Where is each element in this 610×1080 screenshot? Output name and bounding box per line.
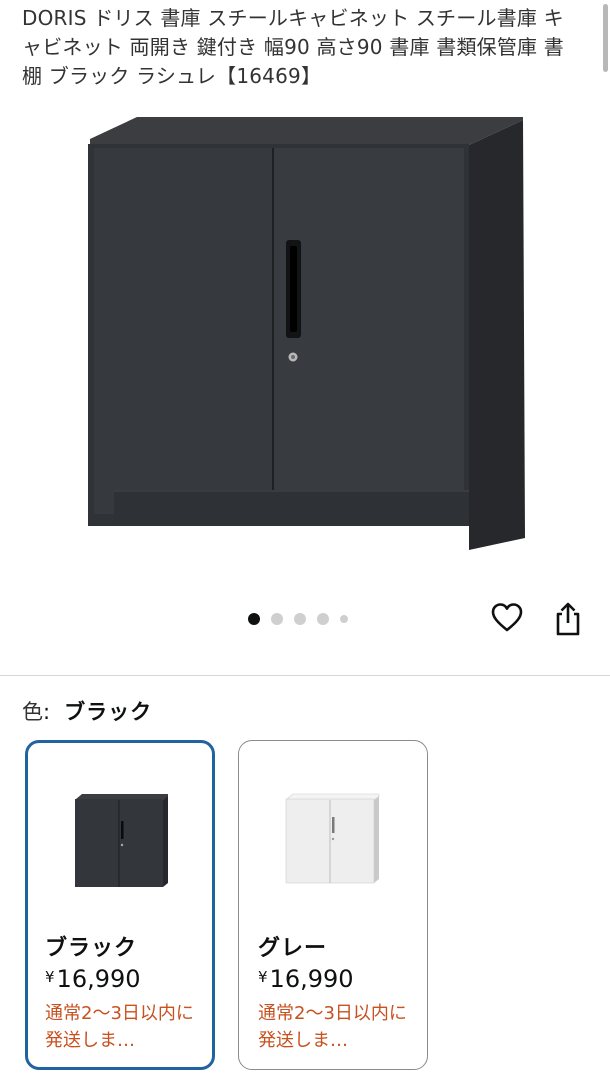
color-colon: :	[43, 700, 51, 724]
price-value: 16,990	[56, 965, 141, 993]
product-main-image[interactable]	[0, 108, 610, 578]
share-icon	[556, 602, 580, 636]
black-cabinet-thumbnail	[75, 794, 168, 887]
carousel-dot[interactable]	[317, 613, 329, 625]
carousel-dot[interactable]	[271, 613, 283, 625]
color-label: 色	[22, 700, 43, 724]
black-cabinet-image	[88, 117, 525, 550]
carousel-dots[interactable]	[248, 613, 348, 625]
product-title: DORIS ドリス 書庫 スチールキャビネット スチール書庫 キャビネット 両開…	[22, 6, 564, 88]
price-value: 16,990	[269, 965, 354, 993]
color-option-name: ブラック	[45, 936, 138, 961]
color-option-price: ¥16,990	[258, 965, 354, 993]
heart-icon	[491, 603, 523, 632]
shipping-estimate: 通常2～3日以内に発送しま…	[45, 1003, 194, 1051]
carousel-dot[interactable]	[248, 613, 260, 625]
shipping-estimate: 通常2～3日以内に発送しま…	[258, 1003, 407, 1051]
color-option-gray[interactable]: グレー ¥16,990 通常2～3日以内に発送しま…	[238, 740, 428, 1070]
color-option-name: グレー	[258, 936, 328, 961]
selected-color-value: ブラック	[64, 700, 153, 724]
section-divider	[0, 675, 610, 676]
color-option-black[interactable]: ブラック ¥16,990 通常2～3日以内に発送しま…	[25, 740, 215, 1070]
color-option-price: ¥16,990	[45, 965, 141, 993]
color-selector-header: 色 : ブラック	[22, 696, 152, 726]
share-button[interactable]	[552, 601, 584, 637]
scroll-indicator[interactable]	[603, 4, 608, 72]
currency-symbol: ¥	[258, 968, 268, 986]
favorite-button[interactable]	[490, 601, 524, 635]
gray-cabinet-thumbnail	[285, 793, 380, 884]
currency-symbol: ¥	[45, 968, 55, 986]
carousel-dot[interactable]	[340, 615, 348, 623]
carousel-dot[interactable]	[294, 613, 306, 625]
